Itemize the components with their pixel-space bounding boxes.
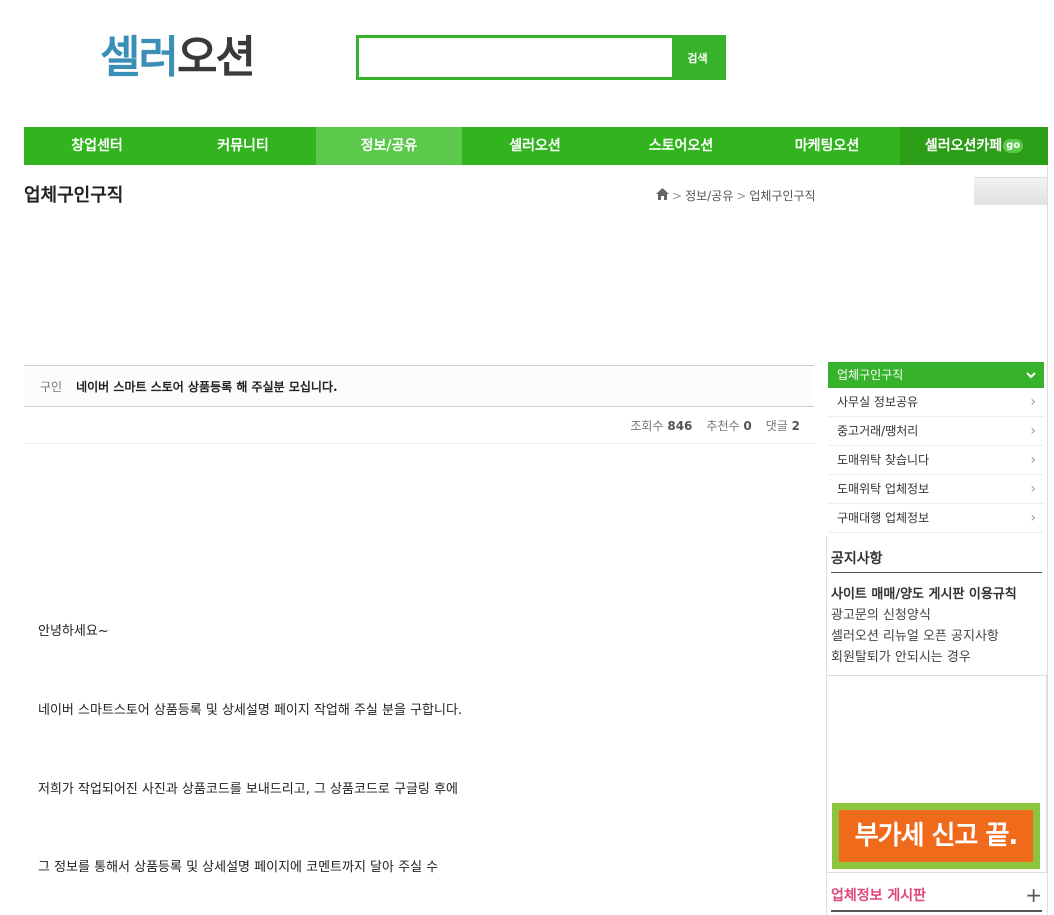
chevron-down-icon [1026, 362, 1036, 388]
nav-item-info-share[interactable]: 정보/공유 [316, 127, 462, 165]
sidebar-item-label: 도매위탁 업체정보 [837, 482, 930, 496]
breadcrumb-separator: > [736, 188, 747, 203]
chevron-right-icon: › [1030, 394, 1036, 410]
nav-item-marketing-ocean[interactable]: 마케팅오션 [754, 127, 900, 165]
breadcrumb-item-info-share[interactable]: 정보/공유 [685, 187, 733, 204]
recommend-value: 0 [743, 418, 752, 433]
post-paragraph: 안녕하세요~ [38, 624, 109, 639]
sidebar-item-wholesale-info[interactable]: 도매위탁 업체정보 › [828, 475, 1044, 504]
comments-label: 댓글 [765, 418, 788, 433]
notice-divider [831, 572, 1042, 573]
search-button[interactable]: 검색 [672, 38, 723, 77]
home-icon[interactable] [656, 188, 669, 203]
chevron-right-icon: › [1030, 423, 1036, 439]
notice-item[interactable]: 사이트 매매/양도 게시판 이용규칙 [831, 584, 1017, 605]
search-bar: 검색 [356, 35, 726, 80]
vat-banner-text: 부가세 신고 끝. [839, 810, 1033, 862]
nav-item-cafe[interactable]: 셀러오션카페 go [900, 127, 1048, 165]
recommend-count: 추천수 0 [706, 417, 751, 434]
sidebar-item-used-trade[interactable]: 중고거래/땡처리 › [828, 417, 1044, 446]
vat-banner[interactable]: 부가세 신고 끝. [832, 803, 1040, 869]
sidebar-item-label: 사무실 정보공유 [837, 395, 919, 409]
views-label: 조회수 [630, 418, 664, 433]
comment-count[interactable]: 댓글 2 [766, 417, 800, 434]
notice-title: 공지사항 [831, 551, 883, 567]
site-logo[interactable]: 셀러오션 [100, 30, 256, 86]
board-header: 업체정보 게시판 + [831, 885, 1042, 912]
nav-item-community[interactable]: 커뮤니티 [170, 127, 316, 165]
sidebar-item-office-info[interactable]: 사무실 정보공유 › [828, 388, 1044, 417]
notice-item[interactable]: 회원탈퇴가 안되시는 경우 [831, 647, 1017, 668]
go-badge: go [1003, 139, 1024, 153]
nav-cafe-label: 셀러오션카페 [924, 138, 1003, 154]
sidebar-item-purchase-agent[interactable]: 구매대행 업체정보 › [828, 504, 1044, 533]
logo-part-1: 셀러 [100, 32, 179, 83]
sidebar-menu-head-label: 업체구인구직 [837, 368, 904, 382]
sidebar-item-wholesale-wanted[interactable]: 도매위탁 찾습니다 › [828, 446, 1044, 475]
post-meta: 조회수 846 추천수 0 댓글 2 [24, 407, 814, 444]
post-paragraph: 네이버 스마트스토어 상품등록 및 상세설명 페이지 작업해 주실 분을 구합니… [38, 703, 463, 718]
recommend-label: 추천수 [706, 418, 740, 433]
nav-item-startup[interactable]: 창업센터 [24, 127, 170, 165]
logo-part-2: 오션 [176, 32, 256, 83]
search-input[interactable] [359, 38, 672, 77]
sidebar-item-label: 중고거래/땡처리 [837, 424, 919, 438]
notice-item[interactable]: 셀러오션 리뉴얼 오픈 공지사항 [831, 626, 1017, 647]
views-value: 846 [667, 418, 693, 433]
top-right-widget [974, 177, 1048, 205]
chevron-right-icon: › [1030, 452, 1036, 468]
page-title: 업체구인구직 [24, 185, 124, 206]
right-border [1047, 165, 1048, 915]
notice-list: 사이트 매매/양도 게시판 이용규칙 광고문의 신청양식 셀러오션 리뉴얼 오픈… [831, 584, 1017, 668]
post-header: 구인 네이버 스마트 스토어 상품등록 해 주실분 모십니다. [24, 365, 814, 407]
views-count: 조회수 846 [630, 417, 692, 434]
comments-value: 2 [791, 418, 800, 433]
notice-item[interactable]: 광고문의 신청양식 [831, 605, 1017, 626]
chevron-right-icon: › [1030, 510, 1036, 526]
chevron-right-icon: › [1030, 481, 1036, 497]
nav-item-store-ocean[interactable]: 스토어오션 [608, 127, 754, 165]
nav-item-seller-ocean[interactable]: 셀러오션 [462, 127, 608, 165]
post-category: 구인 [40, 379, 63, 394]
post-paragraph: 그 정보를 통해서 상품등록 및 상세설명 페이지에 코멘트까지 달아 주실 수 [38, 860, 439, 875]
plus-icon[interactable]: + [1025, 885, 1042, 910]
breadcrumb-separator: > [672, 188, 683, 203]
post-subject: 네이버 스마트 스토어 상품등록 해 주실분 모십니다. [76, 379, 338, 394]
sidebar-item-label: 도매위탁 찾습니다 [837, 453, 930, 467]
sidebar-menu-head[interactable]: 업체구인구직 [828, 362, 1044, 388]
board-title[interactable]: 업체정보 게시판 [831, 885, 926, 910]
main-nav: 창업센터 커뮤니티 정보/공유 셀러오션 스토어오션 마케팅오션 셀러오션카페 g… [24, 127, 1048, 165]
post-paragraph: 저희가 작업되어진 사진과 상품코드를 보내드리고, 그 상품코드로 구글링 후… [38, 782, 458, 797]
breadcrumb-item-current[interactable]: 업체구인구직 [749, 187, 815, 204]
sidebar-item-label: 구매대행 업체정보 [837, 511, 930, 525]
breadcrumb: > 정보/공유 > 업체구인구직 [656, 187, 816, 204]
sidebar-menu: 업체구인구직 사무실 정보공유 › 중고거래/땡처리 › 도매위탁 찾습니다 › 도매… [828, 362, 1044, 533]
